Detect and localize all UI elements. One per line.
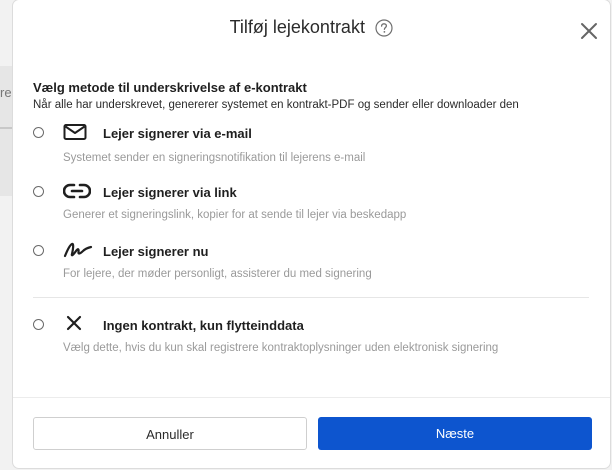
envelope-icon bbox=[63, 122, 87, 142]
link-icon bbox=[62, 181, 92, 201]
option-label: Lejer signerer via e-mail bbox=[103, 126, 252, 141]
option-label: Lejer signerer via link bbox=[103, 185, 237, 200]
cancel-button[interactable]: Annuller bbox=[33, 417, 307, 450]
method-heading: Vælg metode til underskrivelse af e-kont… bbox=[33, 80, 307, 95]
option-no-contract[interactable]: Ingen kontrakt, kun flytteinddata Vælg d… bbox=[13, 313, 610, 361]
radio-sign-now[interactable] bbox=[33, 245, 44, 256]
option-description: Generer et signeringslink, kopier for at… bbox=[63, 209, 407, 221]
option-description: Vælg dette, hvis du kun skal registrere … bbox=[63, 342, 499, 354]
option-link[interactable]: Lejer signerer via link Generer et signe… bbox=[13, 181, 610, 229]
option-separator bbox=[33, 297, 589, 298]
question-circle-icon[interactable] bbox=[375, 18, 394, 37]
option-description: For lejere, der møder personligt, assist… bbox=[63, 268, 372, 280]
dialog-header: Tilføj lejekontrakt bbox=[13, 17, 610, 38]
radio-email[interactable] bbox=[33, 127, 44, 138]
option-email[interactable]: Lejer signerer via e-mail Systemet sende… bbox=[13, 122, 610, 170]
signature-icon bbox=[63, 240, 93, 260]
background-divider bbox=[0, 127, 13, 129]
x-icon bbox=[63, 314, 87, 334]
option-label: Lejer signerer nu bbox=[103, 244, 209, 259]
option-label: Ingen kontrakt, kun flytteinddata bbox=[103, 318, 304, 333]
background-text: re bbox=[0, 85, 12, 100]
next-button[interactable]: Næste bbox=[318, 417, 592, 450]
option-description: Systemet sender en signeringsnotifikatio… bbox=[63, 152, 366, 164]
footer-separator bbox=[13, 397, 610, 398]
method-subheading: Når alle har underskrevet, genererer sys… bbox=[33, 99, 519, 111]
add-lease-dialog: Tilføj lejekontrakt Vælg metode til unde… bbox=[13, 0, 610, 468]
close-icon[interactable] bbox=[579, 21, 599, 41]
radio-link[interactable] bbox=[33, 186, 44, 197]
dialog-title: Tilføj lejekontrakt bbox=[229, 17, 365, 37]
option-sign-now[interactable]: Lejer signerer nu For lejere, der møder … bbox=[13, 240, 610, 288]
radio-no-contract[interactable] bbox=[33, 319, 44, 330]
